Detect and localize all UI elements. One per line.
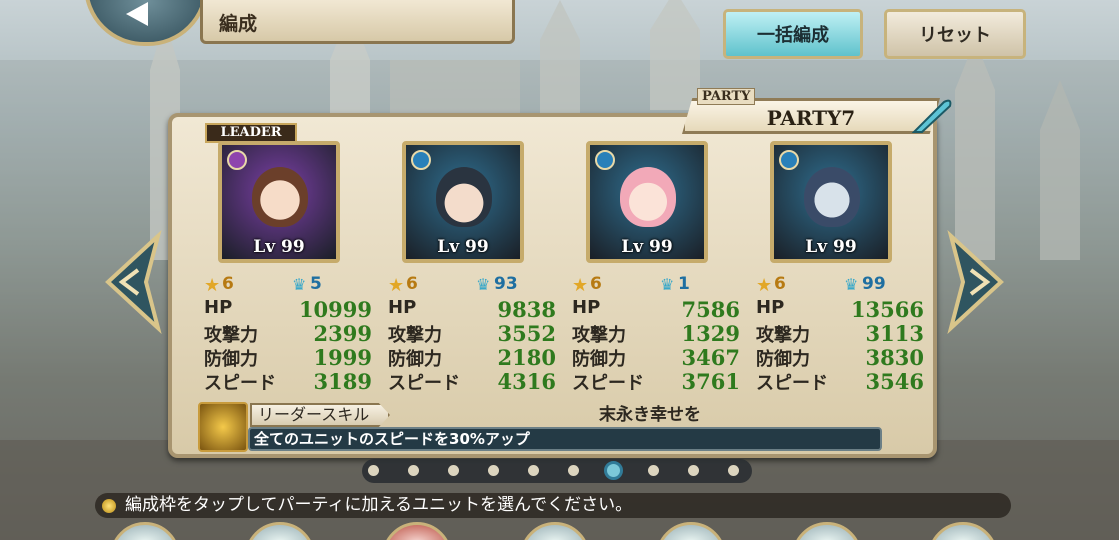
spd-label: スピード xyxy=(388,373,460,394)
rarity-value: 6 xyxy=(590,274,602,294)
atk-label: 攻撃力 xyxy=(204,325,258,346)
rarity-star-icon: ★ xyxy=(388,275,405,296)
unit-level: Lv 99 xyxy=(437,237,489,257)
rarity-star-icon: ★ xyxy=(756,275,773,296)
page-dot[interactable] xyxy=(408,465,419,476)
page-dot[interactable] xyxy=(488,465,499,476)
awaken-crown-icon: ♛ xyxy=(660,275,675,294)
hint-text: 編成枠をタップしてパーティに加えるユニットを選んでください。 xyxy=(125,495,633,515)
def-label: 防御力 xyxy=(204,349,258,370)
unit-level: Lv 99 xyxy=(805,237,857,257)
party-label: PARTY xyxy=(697,88,756,105)
hp-label: HP xyxy=(204,297,233,318)
def-label: 防御力 xyxy=(572,349,626,370)
leader-tag: LEADER xyxy=(205,123,297,143)
hint-coin-icon xyxy=(102,499,116,513)
spd-value: 3546 xyxy=(865,369,924,394)
leader-skill-name: 末永き幸せを xyxy=(599,405,701,425)
unit-slot-4[interactable]: Lv 99 xyxy=(770,141,892,263)
def-label: 防御力 xyxy=(756,349,810,370)
page-dot[interactable] xyxy=(728,465,739,476)
spd-value: 4316 xyxy=(497,369,556,394)
def-value: 3467 xyxy=(681,345,740,370)
element-icon xyxy=(595,150,615,170)
element-icon xyxy=(227,150,247,170)
atk-label: 攻撃力 xyxy=(572,325,626,346)
unit-slot-1[interactable]: Lv 99 xyxy=(218,141,340,263)
hp-value: 13566 xyxy=(850,297,924,322)
def-value: 2180 xyxy=(497,345,556,370)
awaken-value: 5 xyxy=(310,274,322,294)
page-title: 編成 xyxy=(219,13,258,35)
rarity-star-icon: ★ xyxy=(572,275,589,296)
hp-label: HP xyxy=(572,297,601,318)
awaken-value: 1 xyxy=(678,274,690,294)
atk-value: 3552 xyxy=(497,321,556,346)
rarity-value: 6 xyxy=(222,274,234,294)
bulk-formation-button[interactable]: 一括編成 xyxy=(723,9,863,59)
unit-portrait xyxy=(804,167,860,227)
awaken-crown-icon: ♛ xyxy=(476,275,491,294)
rarity-value: 6 xyxy=(774,274,786,294)
leader-skill-label: リーダースキル xyxy=(250,403,390,427)
spd-value: 3761 xyxy=(681,369,740,394)
leader-skill-crown-icon xyxy=(198,402,248,452)
unit-slot-3[interactable]: Lv 99 xyxy=(586,141,708,263)
spd-label: スピード xyxy=(572,373,644,394)
reset-button[interactable]: リセット xyxy=(884,9,1026,59)
unit-level: Lv 99 xyxy=(253,237,305,257)
unit-stats-4: ★ 6 ♛ 99 HP 13566 攻撃力 3113 防御力 3830 スピード 3546 xyxy=(756,273,924,394)
hp-label: HP xyxy=(756,297,785,318)
atk-value: 1329 xyxy=(681,321,740,346)
def-value: 1999 xyxy=(313,345,372,370)
unit-portrait xyxy=(252,167,308,227)
hint-bar: 編成枠をタップしてパーティに加えるユニットを選んでください。 xyxy=(95,493,1011,518)
unit-stats-1: ★ 6 ♛ 5 HP 10999 攻撃力 2399 防御力 1999 スピード 3189 xyxy=(204,273,372,394)
awaken-value: 93 xyxy=(494,274,518,294)
hp-value: 9838 xyxy=(497,297,556,322)
atk-label: 攻撃力 xyxy=(756,325,810,346)
party-name: PARTY7 xyxy=(766,106,856,130)
unit-level: Lv 99 xyxy=(621,237,673,257)
page-dot[interactable] xyxy=(604,461,623,480)
atk-value: 2399 xyxy=(313,321,372,346)
rarity-value: 6 xyxy=(406,274,418,294)
spd-label: スピード xyxy=(204,373,276,394)
page-dot[interactable] xyxy=(568,465,579,476)
unit-stats-3: ★ 6 ♛ 1 HP 7586 攻撃力 1329 防御力 3467 スピード 3761 xyxy=(572,273,740,394)
element-icon xyxy=(779,150,799,170)
hp-value: 7586 xyxy=(681,297,740,322)
unit-stats-2: ★ 6 ♛ 93 HP 9838 攻撃力 3552 防御力 2180 スピード 4316 xyxy=(388,273,556,394)
rename-quill-icon[interactable] xyxy=(910,96,954,136)
next-party-arrow-icon[interactable] xyxy=(945,230,1011,334)
title-bar: 編成 xyxy=(200,0,515,44)
awaken-crown-icon: ♛ xyxy=(292,275,307,294)
def-value: 3830 xyxy=(865,345,924,370)
page-dot[interactable] xyxy=(688,465,699,476)
atk-label: 攻撃力 xyxy=(388,325,442,346)
page-dot[interactable] xyxy=(448,465,459,476)
awaken-crown-icon: ♛ xyxy=(844,275,859,294)
unit-portrait xyxy=(620,167,676,227)
element-icon xyxy=(411,150,431,170)
prev-party-arrow-icon[interactable] xyxy=(98,230,164,334)
unit-portrait xyxy=(436,167,492,227)
unit-slot-2[interactable]: Lv 99 xyxy=(402,141,524,263)
page-dot[interactable] xyxy=(368,465,379,476)
leader-skill-description: 全てのユニットのスピードを30%アップ xyxy=(248,427,882,451)
page-dot[interactable] xyxy=(648,465,659,476)
spd-label: スピード xyxy=(756,373,828,394)
def-label: 防御力 xyxy=(388,349,442,370)
party-pagination xyxy=(362,459,752,483)
spd-value: 3189 xyxy=(313,369,372,394)
back-arrow-icon xyxy=(126,2,148,26)
hp-value: 10999 xyxy=(298,297,372,322)
page-dot[interactable] xyxy=(528,465,539,476)
awaken-value: 99 xyxy=(862,274,886,294)
rarity-star-icon: ★ xyxy=(204,275,221,296)
hp-label: HP xyxy=(388,297,417,318)
atk-value: 3113 xyxy=(865,321,924,346)
